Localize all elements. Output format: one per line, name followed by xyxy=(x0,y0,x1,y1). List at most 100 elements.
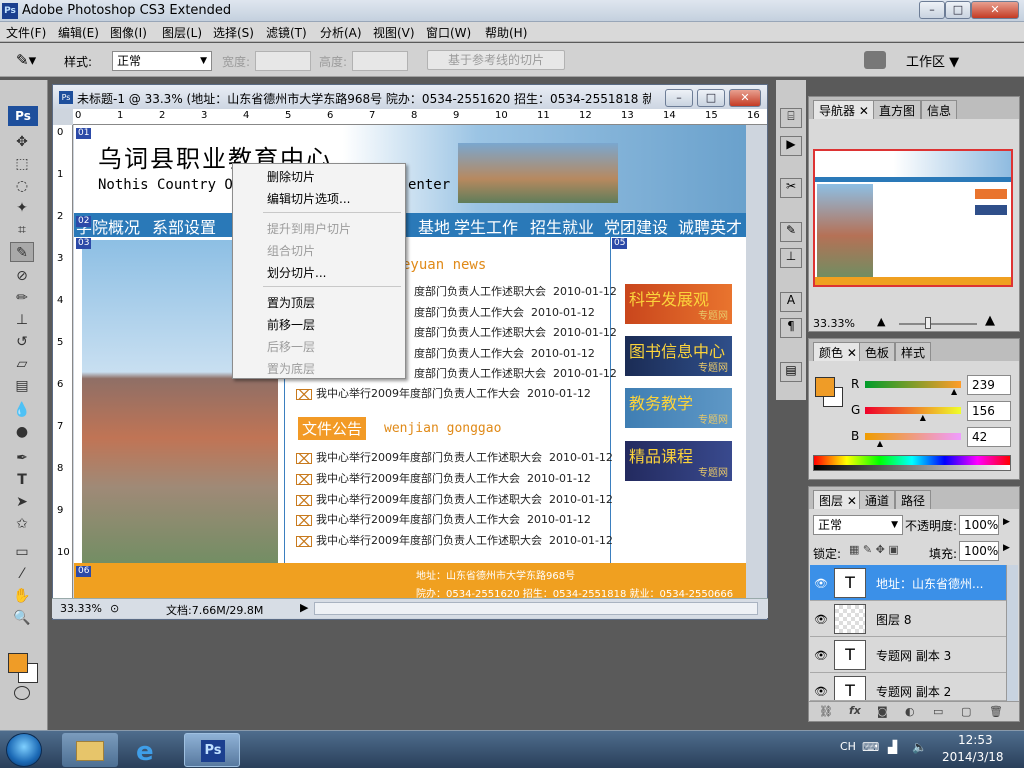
workspace-button[interactable]: 工作区 ▼ xyxy=(906,51,959,70)
new-layer-icon[interactable]: ▢ xyxy=(961,705,971,718)
slice-tag[interactable]: 03 xyxy=(76,238,92,249)
brush-icon[interactable]: ✏ xyxy=(10,288,34,308)
opacity-arrow-icon[interactable]: ▶ xyxy=(1003,517,1010,527)
layer-row[interactable]: 👁 图层 8 xyxy=(810,601,1006,637)
visibility-eye-icon[interactable]: 👁 xyxy=(814,649,828,662)
shape-icon[interactable]: ✩ xyxy=(10,514,34,534)
eyedropper-icon[interactable]: ⁄ xyxy=(10,564,34,584)
layer-row[interactable]: 👁 T 专题网 副本 2 xyxy=(810,673,1006,701)
history-brush-icon[interactable]: ↺ xyxy=(10,332,34,352)
folder-icon[interactable]: ▭ xyxy=(933,705,943,718)
menu-view[interactable]: 视图(V) xyxy=(373,24,415,41)
menu-send-backward[interactable]: 后移一层 xyxy=(267,338,315,355)
eraser-icon[interactable]: ▱ xyxy=(10,354,34,374)
status-info-icon[interactable]: ⊙ xyxy=(110,602,119,615)
zoom-out-icon[interactable]: ▲ xyxy=(877,315,885,328)
menu-layer[interactable]: 图层(L) xyxy=(162,24,202,41)
close-button[interactable]: ✕ xyxy=(971,1,1019,19)
clone-source-icon[interactable]: ⊥ xyxy=(780,248,802,268)
style-dropdown[interactable]: 正常 ▼ xyxy=(112,51,212,71)
crop-tool-icon[interactable]: ⌗ xyxy=(10,220,34,240)
clone-stamp-icon[interactable]: ⊥ xyxy=(10,310,34,330)
healing-brush-icon[interactable]: ⊘ xyxy=(10,266,34,286)
maximize-button[interactable]: □ xyxy=(945,1,971,19)
navigator-zoom[interactable]: 33.33% xyxy=(813,317,855,330)
menu-window[interactable]: 窗口(W) xyxy=(426,24,471,41)
character-icon[interactable]: A xyxy=(780,292,802,312)
layer-row[interactable]: 👁 T 地址：山东省德州... xyxy=(810,565,1006,601)
adjustment-icon[interactable]: ◐ xyxy=(905,705,915,718)
menu-help[interactable]: 帮助(H) xyxy=(485,24,527,41)
clock-date[interactable]: 2014/3/18 xyxy=(942,750,1004,764)
notes-icon[interactable]: ▭ xyxy=(10,542,34,562)
trash-icon[interactable]: 🗑 xyxy=(989,705,1003,718)
keyboard-icon[interactable]: ⌨ xyxy=(862,740,879,754)
menu-combine-slices[interactable]: 组合切片 xyxy=(267,242,315,259)
history-icon[interactable]: ⌸ xyxy=(780,108,802,128)
tab-info[interactable]: 信息 xyxy=(921,100,958,119)
input-method-indicator[interactable]: CH xyxy=(840,740,856,753)
g-value-field[interactable]: 156 xyxy=(967,401,1011,421)
slice-tag[interactable]: 01 xyxy=(76,128,92,139)
doc-minimize-button[interactable]: – xyxy=(665,89,693,107)
b-slider-thumb[interactable]: ▲ xyxy=(877,439,883,448)
pen-icon[interactable]: ✒ xyxy=(10,448,34,468)
foreground-color-swatch[interactable] xyxy=(8,653,28,673)
zoom-slider-thumb[interactable] xyxy=(925,317,931,329)
clock-time[interactable]: 12:53 xyxy=(958,733,993,747)
fill-arrow-icon[interactable]: ▶ xyxy=(1003,543,1010,553)
slice-tag[interactable]: 06 xyxy=(76,566,92,577)
type-icon[interactable]: T xyxy=(10,470,34,490)
menu-delete-slice[interactable]: 删除切片 xyxy=(267,168,315,185)
slice-tag[interactable]: 02 xyxy=(76,216,92,227)
zoom-level[interactable]: 33.33% xyxy=(60,602,102,615)
visibility-eye-icon[interactable]: 👁 xyxy=(814,613,828,626)
menu-image[interactable]: 图像(I) xyxy=(110,24,147,41)
menu-bring-forward[interactable]: 前移一层 xyxy=(267,316,315,333)
g-slider[interactable]: ▲ xyxy=(865,407,961,422)
slice-tag[interactable]: 05 xyxy=(612,238,628,249)
lock-icons[interactable]: ▦ ✎ ✥ ▣ xyxy=(849,543,899,556)
photoshop-icon[interactable]: Ps xyxy=(184,733,240,767)
tab-swatches[interactable]: 色板 xyxy=(859,342,896,361)
start-button-icon[interactable] xyxy=(6,733,42,767)
status-menu-arrow-icon[interactable]: ▶ xyxy=(300,601,308,614)
r-value-field[interactable]: 239 xyxy=(967,375,1011,395)
r-slider-thumb[interactable]: ▲ xyxy=(951,387,957,396)
menu-select[interactable]: 选择(S) xyxy=(213,24,254,41)
fx-icon[interactable]: fx xyxy=(849,704,861,717)
menu-edit-slice-options[interactable]: 编辑切片选项... xyxy=(267,190,350,207)
width-field[interactable] xyxy=(255,51,311,71)
b-value-field[interactable]: 42 xyxy=(967,427,1011,447)
brushes-icon[interactable]: ✎ xyxy=(780,222,802,242)
blend-mode-dropdown[interactable]: 正常 ▼ xyxy=(813,515,903,535)
lasso-tool-icon[interactable]: ◌ xyxy=(10,176,34,196)
tab-layers[interactable]: 图层 ✕ xyxy=(813,490,863,509)
color-ramp[interactable] xyxy=(813,455,1011,471)
dodge-icon[interactable]: ● xyxy=(10,422,34,442)
volume-icon[interactable]: 🔈 xyxy=(912,740,927,754)
tab-histogram[interactable]: 直方图 xyxy=(873,100,922,119)
tab-navigator[interactable]: 导航器 ✕ xyxy=(813,100,875,119)
tab-channels[interactable]: 通道 xyxy=(859,490,896,509)
menu-divide-slice[interactable]: 划分切片... xyxy=(267,264,326,281)
menu-file[interactable]: 文件(F) xyxy=(6,24,46,41)
bridge-icon[interactable] xyxy=(864,51,886,69)
blur-icon[interactable]: 💧 xyxy=(10,400,34,420)
menu-analysis[interactable]: 分析(A) xyxy=(320,24,362,41)
gradient-icon[interactable]: ▤ xyxy=(10,376,34,396)
paragraph-icon[interactable]: ¶ xyxy=(780,318,802,338)
visibility-eye-icon[interactable]: 👁 xyxy=(814,577,828,590)
b-slider[interactable]: ▲ xyxy=(865,433,961,448)
marquee-tool-icon[interactable]: ⬚ xyxy=(10,154,34,174)
menu-send-to-back[interactable]: 置为底层 xyxy=(267,360,315,377)
explorer-icon[interactable] xyxy=(62,733,118,767)
visibility-eye-icon[interactable]: 👁 xyxy=(814,685,828,698)
slice-select-tool-icon[interactable]: ✎ xyxy=(10,242,34,262)
path-select-icon[interactable]: ➤ xyxy=(10,492,34,512)
slices-from-guides-button[interactable]: 基于参考线的切片 xyxy=(427,50,565,70)
tab-styles[interactable]: 样式 xyxy=(895,342,932,361)
fill-field[interactable]: 100% xyxy=(959,541,999,561)
layers-scrollbar[interactable] xyxy=(1006,565,1018,701)
doc-close-button[interactable]: ✕ xyxy=(729,89,761,107)
